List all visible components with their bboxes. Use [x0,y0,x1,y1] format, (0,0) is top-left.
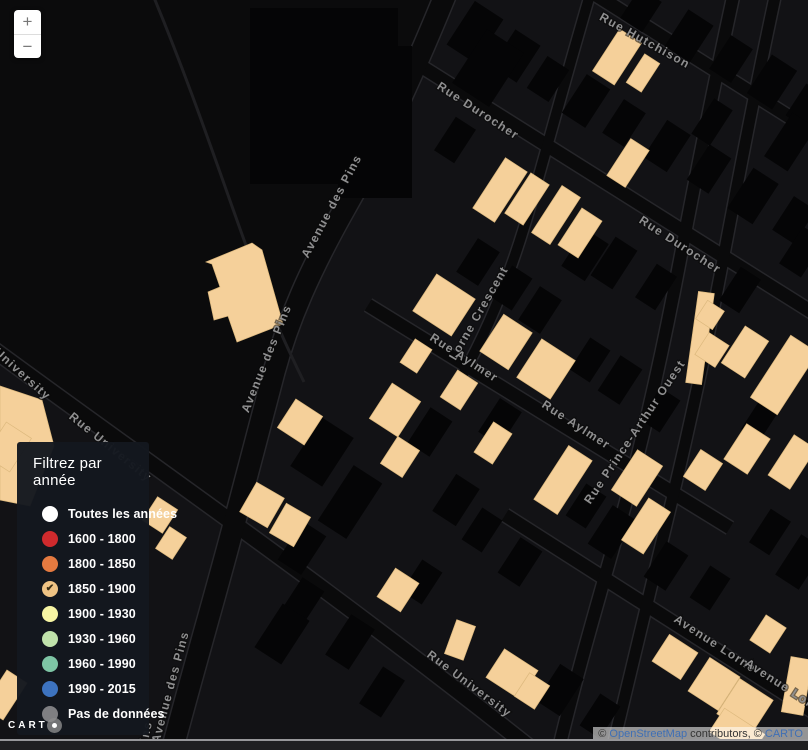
legend-item-label: Toutes les années [68,507,177,521]
legend-dot[interactable] [42,656,58,672]
legend-item-label: 1900 - 1930 [68,607,136,621]
legend-items: Toutes les années 1600 - 1800 1800 - 1850 ✔… [17,501,149,726]
legend-dot[interactable] [42,681,58,697]
year-filter-legend: Filtrez par année Toutes les années 1600 … [17,442,149,735]
legend-item-1850-1900[interactable]: ✔ 1850 - 1900 [17,576,149,601]
legend-item-label: 1930 - 1960 [68,632,136,646]
legend-item-1900-1930[interactable]: 1900 - 1930 [17,601,149,626]
map-app: Rue HutchisonRue DurocherRue DurocherLor… [0,0,808,750]
legend-item-1800-1850[interactable]: 1800 - 1850 [17,551,149,576]
zoom-control: + − [14,10,41,58]
legend-item-label: 1960 - 1990 [68,657,136,671]
legend-dot[interactable] [42,556,58,572]
carto-logo-text: CART [8,720,48,731]
legend-title: Filtrez par année [33,455,139,489]
legend-item-label: 1850 - 1900 [68,582,136,596]
legend-item-label: 1990 - 2015 [68,682,136,696]
legend-dot-selected[interactable]: ✔ [42,581,58,597]
zoom-out-button[interactable]: − [14,35,41,59]
legend-dot[interactable] [42,606,58,622]
building-footprint [250,8,412,198]
legend-item-1930-1960[interactable]: 1930 - 1960 [17,626,149,651]
legend-item-1600-1800[interactable]: 1600 - 1800 [17,526,149,551]
check-icon: ✔ [46,584,54,594]
legend-item-toutes-les-ann-es[interactable]: Toutes les années [17,501,149,526]
legend-item-label: 1600 - 1800 [68,532,136,546]
legend-item-label: 1800 - 1850 [68,557,136,571]
legend-item-1990-2015[interactable]: 1990 - 2015 [17,676,149,701]
carto-logo[interactable]: CART [8,718,62,733]
legend-dot[interactable] [42,531,58,547]
carto-logo-o-icon [47,718,62,733]
legend-item-1960-1990[interactable]: 1960 - 1990 [17,651,149,676]
window-bottom-strip [0,739,808,750]
legend-dot[interactable] [42,506,58,522]
legend-item-label: Pas de données [68,707,165,721]
legend-dot[interactable] [42,631,58,647]
zoom-in-button[interactable]: + [14,10,41,35]
